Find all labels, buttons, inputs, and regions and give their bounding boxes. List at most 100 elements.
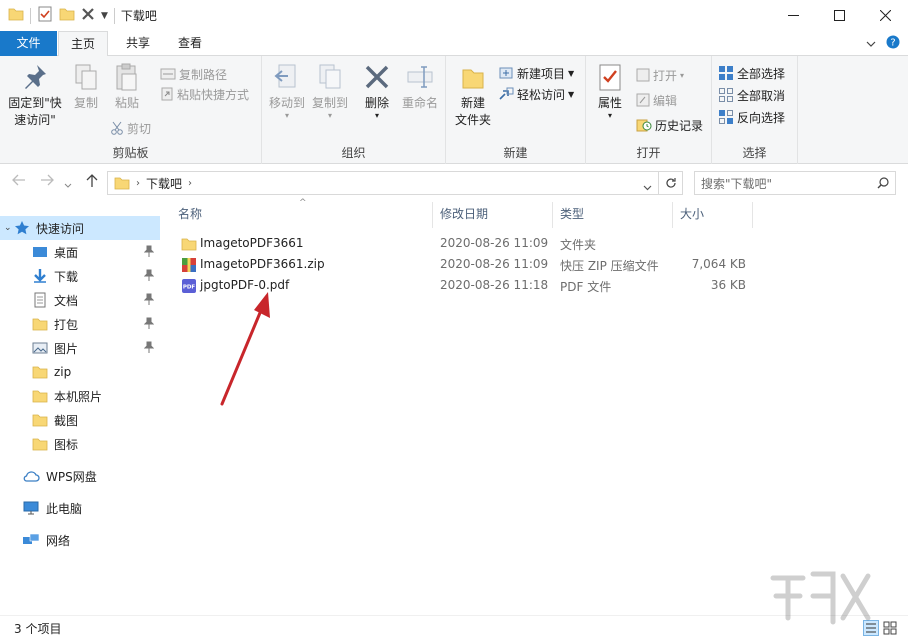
- copy-path-icon: [160, 68, 176, 80]
- column-header-date[interactable]: 修改日期: [432, 200, 552, 228]
- sidebar-item-documents[interactable]: 文档: [0, 288, 160, 312]
- sidebar-item-local-photos[interactable]: 本机照片: [0, 384, 160, 408]
- divider: [30, 7, 31, 24]
- address-history-button[interactable]: [643, 180, 652, 194]
- move-to-button[interactable]: 移动到 ▾: [266, 62, 308, 120]
- collapse-ribbon-button[interactable]: [866, 37, 876, 51]
- refresh-button[interactable]: [659, 171, 683, 195]
- table-row[interactable]: ImagetoPDF3661 2020-08-26 11:09 文件夹: [170, 234, 770, 255]
- sidebar-item-this-pc[interactable]: 此电脑: [0, 496, 160, 520]
- chevron-down-icon: ▼: [568, 89, 575, 99]
- rename-button[interactable]: 重命名: [398, 62, 442, 112]
- delete-button[interactable]: 删除 ▾: [360, 62, 394, 120]
- address-path-segment[interactable]: 下载吧: [146, 175, 182, 192]
- forward-button[interactable]: [40, 174, 54, 190]
- new-folder-icon: [462, 69, 484, 89]
- sidebar-item-label: 此电脑: [46, 501, 83, 516]
- sidebar-item-screenshots[interactable]: 截图: [0, 408, 160, 432]
- tab-view[interactable]: 查看: [164, 31, 216, 56]
- delete-qa-icon[interactable]: [81, 7, 95, 24]
- sidebar-scrollbar[interactable]: [160, 207, 165, 615]
- new-item-label: 新建项目: [517, 66, 566, 81]
- organize-group-label: 组织: [341, 146, 366, 160]
- large-icons-view-button[interactable]: [882, 620, 898, 639]
- close-button[interactable]: [862, 0, 908, 31]
- paste-shortcut-button[interactable]: 粘贴快捷方式: [160, 84, 249, 104]
- maximize-button[interactable]: [816, 0, 862, 31]
- table-row[interactable]: ImagetoPDF3661.zip 2020-08-26 11:09 快压 Z…: [170, 255, 770, 276]
- tab-share[interactable]: 共享: [112, 31, 164, 56]
- sidebar-item-pack[interactable]: 打包: [0, 312, 160, 336]
- select-none-button[interactable]: 全部取消: [718, 85, 785, 105]
- column-divider[interactable]: [752, 202, 753, 228]
- paste-button[interactable]: 粘贴: [108, 62, 146, 112]
- copy-button[interactable]: 复制: [68, 62, 104, 112]
- paste-label: 粘贴: [114, 96, 139, 110]
- arrow-right-icon: [41, 174, 54, 186]
- new-folder-button[interactable]: 新建 文件夹: [452, 62, 494, 129]
- navigation-bar: › 下载吧 › 搜索"下载吧": [0, 165, 908, 202]
- scissors-icon: [111, 121, 123, 135]
- tab-home[interactable]: 主页: [58, 31, 108, 57]
- copy-to-button[interactable]: 复制到 ▾: [308, 62, 352, 120]
- sidebar-item-label: zip: [54, 365, 72, 379]
- quick-access-toolbar: ▼: [0, 6, 115, 25]
- cloud-icon: [23, 471, 40, 482]
- desktop-icon: [33, 247, 47, 257]
- pin-icon: [144, 317, 154, 329]
- paste-shortcut-label: 粘贴快捷方式: [177, 87, 250, 102]
- move-to-icon: [274, 64, 296, 88]
- edit-button[interactable]: 编辑: [636, 90, 677, 110]
- sidebar-item-network[interactable]: 网络: [0, 528, 160, 552]
- sidebar-item-icons[interactable]: 图标: [0, 432, 160, 456]
- column-header-name[interactable]: 名称: [170, 200, 432, 228]
- pin-icon: [144, 245, 154, 257]
- easy-access-label: 轻松访问: [517, 87, 566, 102]
- copy-label: 复制: [73, 96, 98, 110]
- sidebar-item-zip[interactable]: zip: [0, 360, 160, 384]
- address-bar[interactable]: › 下载吧 ›: [107, 171, 659, 195]
- chevron-down-icon[interactable]: ▼: [101, 11, 108, 21]
- help-button[interactable]: ?: [886, 35, 900, 52]
- column-header-type[interactable]: 类型: [552, 200, 672, 228]
- divider: [113, 7, 115, 24]
- sidebar-item-downloads[interactable]: 下载: [0, 264, 160, 288]
- sidebar-item-quick-access[interactable]: ⌄ 快速访问: [0, 216, 160, 240]
- properties-qa-icon[interactable]: [37, 6, 53, 25]
- search-input[interactable]: 搜索"下载吧": [701, 175, 772, 192]
- edit-icon: [636, 93, 650, 107]
- invert-selection-button[interactable]: 反向选择: [718, 107, 785, 127]
- open-button[interactable]: 打开 ▾: [636, 65, 684, 85]
- select-all-label: 全部选择: [737, 66, 786, 81]
- chevron-down-icon[interactable]: ⌄: [4, 223, 14, 233]
- folder-icon: [32, 366, 48, 379]
- history-button[interactable]: 历史记录: [636, 115, 703, 135]
- copy-path-button[interactable]: 复制路径: [160, 64, 227, 84]
- pin-quick-access-button[interactable]: 固定到"快 速访问": [4, 62, 66, 129]
- select-all-button[interactable]: 全部选择: [718, 63, 785, 83]
- properties-button[interactable]: 属性 ▾: [592, 62, 628, 120]
- recent-locations-button[interactable]: [64, 177, 72, 193]
- chevron-right-icon[interactable]: ›: [188, 178, 192, 189]
- sidebar-item-desktop[interactable]: 桌面: [0, 240, 160, 264]
- zip-archive-icon: [182, 258, 196, 272]
- search-box[interactable]: 搜索"下载吧": [694, 171, 896, 195]
- download-icon: [34, 269, 46, 283]
- new-item-button[interactable]: 新建项目 ▼: [498, 63, 574, 83]
- minimize-button[interactable]: [770, 0, 816, 31]
- file-size: 36 KB: [710, 278, 746, 292]
- tab-file[interactable]: 文件: [0, 31, 57, 56]
- new-folder-qa-icon[interactable]: [59, 7, 75, 24]
- sidebar-item-pictures[interactable]: 图片: [0, 336, 160, 360]
- sidebar-item-label: 网络: [46, 533, 71, 548]
- chevron-down-icon: ▼: [568, 68, 575, 78]
- cut-button[interactable]: 剪切: [110, 118, 151, 138]
- open-label: 打开: [653, 68, 678, 83]
- sidebar-item-wps-cloud[interactable]: WPS网盘: [0, 464, 160, 488]
- column-header-size[interactable]: 大小: [672, 200, 752, 228]
- up-button[interactable]: [86, 174, 98, 192]
- easy-access-button[interactable]: 轻松访问 ▼: [498, 84, 574, 104]
- back-button[interactable]: [12, 174, 26, 190]
- chevron-down-icon: ▾: [607, 111, 612, 120]
- file-date: 2020-08-26 11:18: [440, 278, 549, 292]
